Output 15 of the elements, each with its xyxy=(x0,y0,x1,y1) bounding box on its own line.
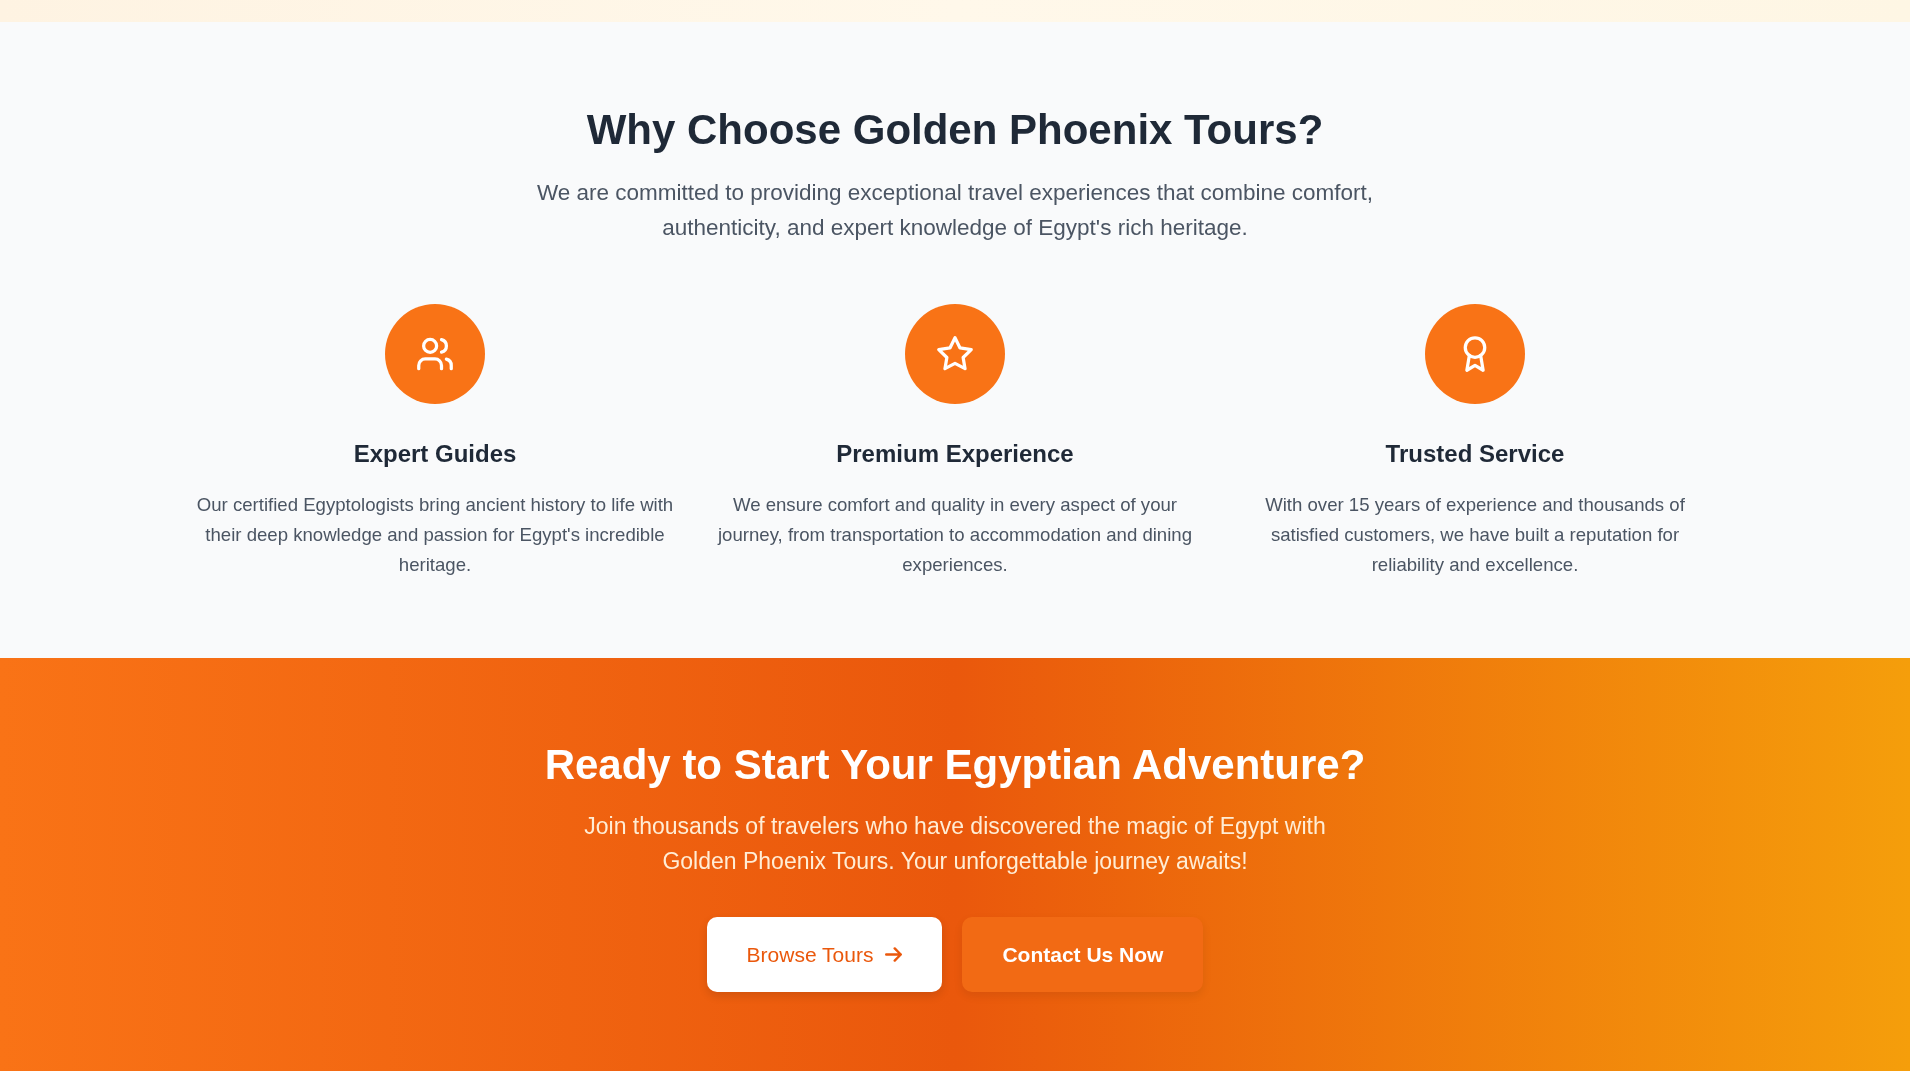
feature-description: With over 15 years of experience and thousands of satisfied customers, we have built a reputation for reliability and excellence. xyxy=(1264,493,1686,577)
section-intro: We are committed to providing exceptional travel experiences that combine comfort, authenticity, and expert knowledge of Egypt's rich heritage. xyxy=(535,179,1375,242)
contact-button[interactable]: Contact Us Now xyxy=(962,917,1204,992)
users-icon xyxy=(385,304,485,404)
arrow-right-icon xyxy=(885,946,903,963)
feature-description: We ensure comfort and quality in every aspect of your journey, from transportation to accommodation and dining experiences. xyxy=(716,493,1194,577)
cta-heading: Ready to Start Your Egyptian Adventure? xyxy=(544,740,1366,790)
browse-tours-button[interactable]: Browse Tours xyxy=(706,917,943,992)
cta-text: Join thousands of travelers who have discovered the magic of Egypt with Golden Phoenix Tours. Your unforgettable journey awaits! xyxy=(583,812,1327,876)
award-ribbon-icon xyxy=(1425,304,1525,404)
feature-title: Trusted Service xyxy=(1385,439,1565,469)
feature-description: Our certified Egyptologists bring ancient history to life with their deep knowledge and passion for Egypt's incredible heritage. xyxy=(195,493,675,577)
feature-title: Expert Guides xyxy=(353,439,517,469)
section-heading: Why Choose Golden Phoenix Tours? xyxy=(586,105,1324,155)
feature-title: Premium Experience xyxy=(836,439,1074,469)
